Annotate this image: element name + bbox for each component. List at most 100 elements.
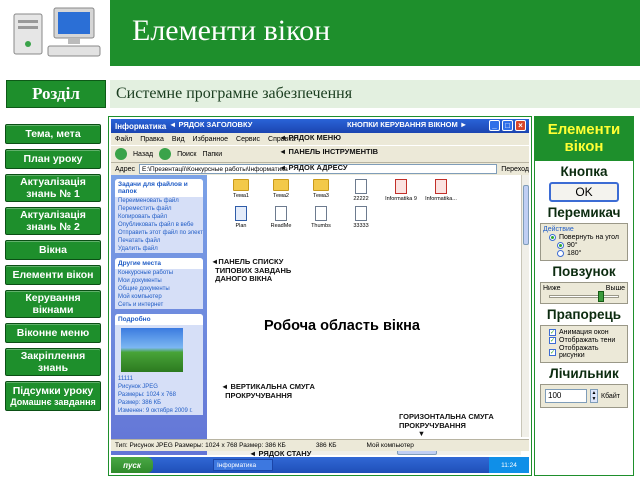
taskbar-window-tab[interactable]: Інформатика (213, 459, 273, 471)
close-icon[interactable]: × (515, 120, 526, 131)
callout-vertical-scroll: ◄ ВЕРТИКАЛЬНА СМУГА ПРОКРУЧУВАННЯ (221, 382, 315, 400)
counter-heading: Лічильник (549, 366, 619, 381)
forward-arrow-icon[interactable] (159, 148, 172, 160)
go-button[interactable]: Переход (501, 166, 529, 173)
menu-item-edit[interactable]: Правка (140, 136, 164, 143)
nav-button-label: Вікна (39, 243, 67, 256)
tasks-box: Задачи для файлов и папок Переименовать … (115, 179, 203, 253)
search-button-label[interactable]: Поиск (177, 151, 196, 158)
file-item[interactable]: Informatika... (425, 179, 457, 202)
nav-button-windows[interactable]: Вікна (5, 240, 101, 260)
details-heading[interactable]: Подробно (115, 314, 203, 325)
pdf-icon (435, 179, 447, 194)
ok-button[interactable]: OK (549, 182, 619, 202)
file-item[interactable]: Тема2 (265, 179, 297, 202)
task-link[interactable]: Переместить файл (115, 205, 203, 213)
task-link[interactable]: Копировать файл (115, 213, 203, 221)
radio-option[interactable]: 180° (557, 250, 625, 257)
slider-track[interactable] (549, 291, 619, 302)
nav-button-sublabel: Домашнє завдання (10, 396, 96, 407)
details-box: Подробно 11111 Рисунок JPEG Размеры: 102… (115, 314, 203, 415)
file-name: ReadMe (270, 223, 292, 229)
file-item[interactable]: Informatika 9 (385, 179, 417, 202)
nav-button-window-control[interactable]: Керування вікнами (5, 290, 101, 318)
nav-button-window-menu[interactable]: Віконне меню (5, 323, 101, 343)
menu-item-favorites[interactable]: Избранное (193, 136, 228, 143)
nav-button-topic[interactable]: Тема, мета (5, 124, 101, 144)
section-row: Розділ Системне програмне забезпечення (0, 76, 640, 112)
back-button-label[interactable]: Назад (133, 151, 153, 158)
menu-item-tools[interactable]: Сервис (236, 136, 260, 143)
checkbox-option[interactable]: ✓ Анимация окон (549, 329, 625, 336)
button-heading: Кнопка (560, 164, 608, 179)
place-link[interactable]: Мой компьютер (115, 293, 203, 301)
nav-button-review-2[interactable]: Актуалізація знань № 2 (5, 207, 101, 235)
checkmark-icon: ✓ (549, 337, 556, 344)
task-link[interactable]: Удалить файл (115, 245, 203, 253)
file-item[interactable]: Plan (225, 206, 257, 229)
place-link[interactable]: Общие документы (115, 285, 203, 293)
file-item[interactable]: ReadMe (265, 206, 297, 229)
window-controls: _ □ × (489, 120, 526, 131)
file-name: Informatika... (425, 196, 457, 202)
nav-button-label: Тема, мета (25, 127, 81, 140)
file-item[interactable]: 33333 (345, 206, 377, 229)
places-heading[interactable]: Другие места (115, 258, 203, 269)
nav-button-summary[interactable]: Підсумки уроку Домашнє завдання (5, 381, 101, 411)
nav-button-review-1[interactable]: Актуалізація знань № 1 (5, 174, 101, 202)
slider-heading: Повзунок (552, 264, 616, 279)
slider-thumb[interactable] (598, 291, 604, 302)
back-arrow-icon[interactable] (115, 148, 127, 160)
checkbox-option[interactable]: ✓ Отображать рисунки (549, 345, 625, 359)
task-link[interactable]: Опубликовать файл в вебе (115, 221, 203, 229)
radio-option[interactable]: Повернуть на угол (549, 234, 625, 241)
file-item[interactable]: Тема1 (225, 179, 257, 202)
place-link[interactable]: Сеть и интернет (115, 301, 203, 309)
nav-button-label: Елементи вікон (12, 268, 94, 281)
place-link[interactable]: Конкурсные работы (115, 269, 203, 277)
section-title: Системне програмне забезпечення (110, 80, 640, 108)
callout-address-row: ◄ РЯДОК АДРЕСУ (279, 163, 348, 172)
menu-item-view[interactable]: Вид (172, 136, 185, 143)
radio-heading: Перемикач (547, 205, 621, 220)
spin-arrows-icon[interactable]: ▲ ▼ (590, 389, 598, 403)
window-title: Інформатика (115, 121, 167, 131)
task-link[interactable]: Отправить этот файл по электронной почте (115, 229, 203, 237)
callout-status-row: ◄ РЯДОК СТАНУ (249, 449, 312, 458)
checkbox-heading: Прапорець (546, 307, 622, 322)
callout-window-buttons: КНОПКИ КЕРУВАННЯ ВІКНОМ ► (347, 120, 468, 129)
radio-option[interactable]: 90° (557, 242, 625, 249)
maximize-icon[interactable]: □ (502, 120, 513, 131)
slider-scale: Ниже Выше (543, 285, 625, 292)
computer-logo-icon (13, 7, 101, 57)
task-link[interactable]: Переименовать файл (115, 197, 203, 205)
counter-input[interactable]: 100 (545, 389, 587, 403)
menu-item-file[interactable]: Файл (115, 136, 132, 143)
nav-button-label: Підсумки уроку (12, 384, 94, 397)
nav-button-consolidation[interactable]: Закріплення знань (5, 348, 101, 376)
file-item[interactable]: Thumbs (305, 206, 337, 229)
task-link[interactable]: Печатать файл (115, 237, 203, 245)
checkbox-box: ✓ Анимация окон ✓ Отображать тени ✓ Отображ… (540, 325, 628, 363)
file-name: Тема3 (312, 193, 329, 199)
file-item[interactable]: Тема3 (305, 179, 337, 202)
file-name: Plan (235, 223, 247, 229)
start-button[interactable]: пуск (111, 457, 153, 473)
scroll-thumb[interactable] (523, 185, 529, 245)
checkbox-option[interactable]: ✓ Отображать тени (549, 337, 625, 344)
lesson-nav: Тема, мета План уроку Актуалізація знань… (5, 124, 103, 416)
nav-button-window-elements[interactable]: Елементи вікон (5, 265, 101, 285)
nav-button-plan[interactable]: План уроку (5, 149, 101, 169)
folders-button-label[interactable]: Папки (202, 151, 222, 158)
minimize-icon[interactable]: _ (489, 120, 500, 131)
place-link[interactable]: Мои документы (115, 277, 203, 285)
vertical-scrollbar[interactable] (521, 175, 529, 437)
system-tray-clock: 11:24 (489, 457, 529, 473)
document-icon (315, 206, 327, 221)
detail-line: Рисунок JPEG (118, 384, 158, 390)
checkmark-icon: ✓ (549, 329, 556, 336)
callout-horizontal-scroll: ГОРИЗОНТАЛЬНА СМУГА ПРОКРУЧУВАННЯ ▼ (399, 412, 494, 439)
controls-panel-title: Елементи вікон (535, 117, 633, 161)
file-item[interactable]: 22222 (345, 179, 377, 202)
tasks-heading[interactable]: Задачи для файлов и папок (115, 179, 203, 197)
